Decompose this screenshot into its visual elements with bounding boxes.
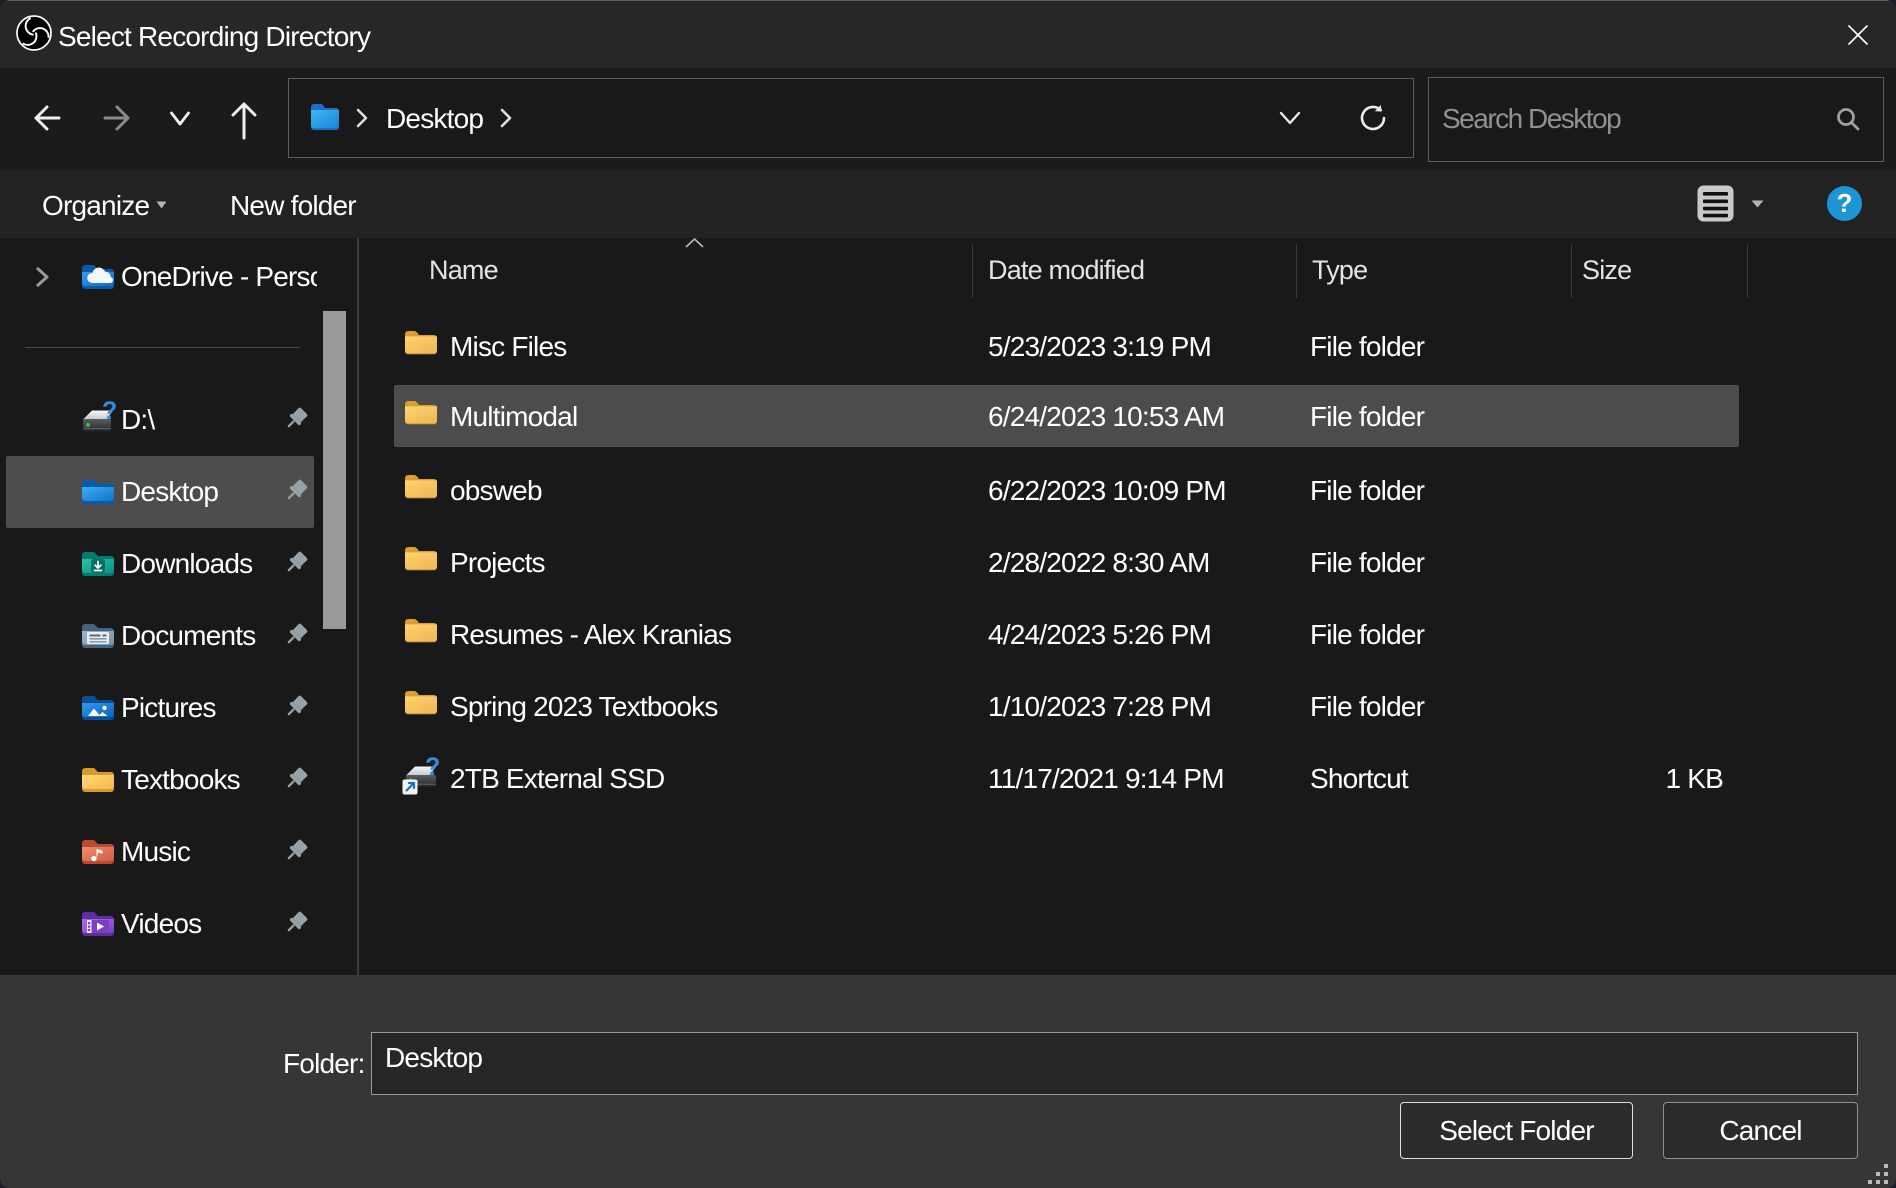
svg-text:?: ? (425, 756, 440, 781)
svg-text:?: ? (102, 400, 117, 425)
